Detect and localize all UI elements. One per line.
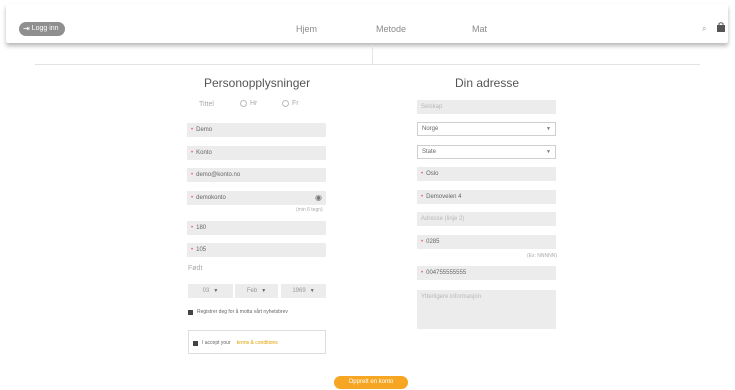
weight-value: 105 — [196, 247, 207, 253]
country-select[interactable]: Norge ▼ — [417, 122, 556, 136]
login-button[interactable]: ⇥ Logg inn — [19, 22, 65, 36]
chevron-down-icon: ▼ — [309, 288, 315, 294]
password-field[interactable]: • demokonto ◉ — [187, 191, 326, 205]
title-label: Tittel — [199, 101, 214, 108]
company-field[interactable]: Selskap — [417, 100, 556, 114]
required-marker: • — [191, 247, 194, 253]
email-value: demo@konto.no — [196, 172, 241, 178]
required-marker: • — [191, 172, 194, 178]
address-heading: Din adresse — [455, 76, 520, 90]
first-name-value: Demo — [196, 127, 213, 133]
state-value: State — [422, 149, 437, 155]
height-value: 180 — [196, 225, 207, 231]
divider — [35, 64, 700, 65]
newsletter-checkbox[interactable]: Registrer deg for å motta vårt nyhetsbre… — [188, 309, 288, 315]
required-marker: • — [421, 171, 424, 177]
city-field[interactable]: • Oslo — [417, 167, 556, 181]
birth-date-label: Født — [188, 265, 203, 272]
title-radio-fr[interactable]: Fr — [282, 100, 299, 107]
chevron-down-icon: ▼ — [261, 288, 267, 294]
email-field[interactable]: • demo@konto.no — [187, 168, 326, 182]
required-marker: • — [191, 127, 194, 133]
birth-day-select[interactable]: 03 ▼ — [188, 284, 233, 298]
postal-code-hint: (Ex: NNNNN) — [527, 253, 557, 259]
chevron-down-icon: ▼ — [213, 288, 219, 294]
postal-code-field[interactable]: • 0285 — [417, 235, 556, 249]
eye-icon[interactable]: ◉ — [315, 191, 322, 205]
additional-info-placeholder: Ytterligere informasjon — [421, 294, 482, 300]
birth-day-value: 03 — [202, 288, 210, 294]
chevron-down-icon: ▼ — [546, 126, 551, 132]
address-line2-field[interactable]: Adresse (linje 2) — [417, 212, 556, 226]
country-value: Norge — [422, 126, 439, 132]
search-icon[interactable]: ⌕ — [702, 24, 706, 34]
password-hint: (min 6 tegn) — [296, 207, 323, 213]
additional-info-field[interactable]: Ytterligere informasjon — [417, 290, 556, 329]
login-icon: ⇥ — [23, 24, 30, 33]
first-name-field[interactable]: • Demo — [187, 123, 326, 137]
radio-circle-icon — [282, 100, 289, 107]
required-marker: • — [421, 270, 424, 276]
terms-container: I accept your terms & conditions — [188, 330, 326, 354]
city-value: Oslo — [426, 171, 439, 177]
password-value: demokonto — [196, 195, 226, 201]
address-line2-placeholder: Adresse (linje 2) — [421, 216, 465, 222]
postal-code-value: 0285 — [426, 239, 440, 245]
required-marker: • — [191, 225, 194, 231]
checkbox-checked-icon — [188, 309, 193, 315]
nav-link-hjem[interactable]: Hjem — [296, 24, 317, 34]
height-field[interactable]: • 180 — [187, 221, 326, 235]
phone-field[interactable]: • 004755555555 — [417, 266, 556, 280]
personal-info-heading: Personopplysninger — [204, 76, 311, 90]
chevron-down-icon: ▼ — [546, 149, 551, 155]
shopping-bag-icon[interactable] — [716, 22, 726, 32]
terms-label: I accept your — [202, 340, 231, 346]
checkbox-checked-icon — [193, 340, 198, 346]
divider — [372, 45, 373, 65]
required-marker: • — [421, 194, 424, 200]
company-placeholder: Selskap — [421, 104, 443, 110]
required-marker: • — [191, 150, 194, 156]
address-line1-value: Demoveien 4 — [426, 194, 462, 200]
phone-value: 004755555555 — [426, 270, 467, 276]
radio-circle-icon — [240, 100, 247, 107]
birth-month-value: Feb — [246, 288, 258, 294]
state-select[interactable]: State ▼ — [417, 145, 556, 159]
radio-label: Hr — [250, 100, 258, 107]
last-name-value: Konto — [196, 150, 212, 156]
radio-label: Fr — [292, 100, 299, 107]
login-label: Logg inn — [31, 25, 59, 32]
create-account-button[interactable]: Opprett en konto — [334, 376, 408, 389]
required-marker: • — [421, 239, 424, 245]
top-navigation-bar: ⇥ Logg inn Hjem Metode Mat ⌕ — [6, 4, 728, 43]
required-marker: • — [191, 195, 194, 201]
address-line1-field[interactable]: • Demoveien 4 — [417, 190, 556, 204]
title-radio-hr[interactable]: Hr — [240, 100, 257, 107]
birth-month-select[interactable]: Feb ▼ — [235, 284, 278, 298]
birth-year-select[interactable]: 1969 ▼ — [281, 284, 326, 298]
last-name-field[interactable]: • Konto — [187, 146, 326, 160]
birth-year-value: 1969 — [292, 288, 306, 294]
newsletter-label: Registrer deg for å motta vårt nyhetsbre… — [197, 309, 288, 315]
terms-link[interactable]: terms & conditions — [237, 340, 278, 346]
terms-checkbox[interactable]: I accept your terms & conditions — [193, 340, 278, 346]
weight-field[interactable]: • 105 — [187, 243, 326, 257]
nav-link-mat[interactable]: Mat — [472, 24, 487, 34]
nav-link-metode[interactable]: Metode — [376, 24, 406, 34]
